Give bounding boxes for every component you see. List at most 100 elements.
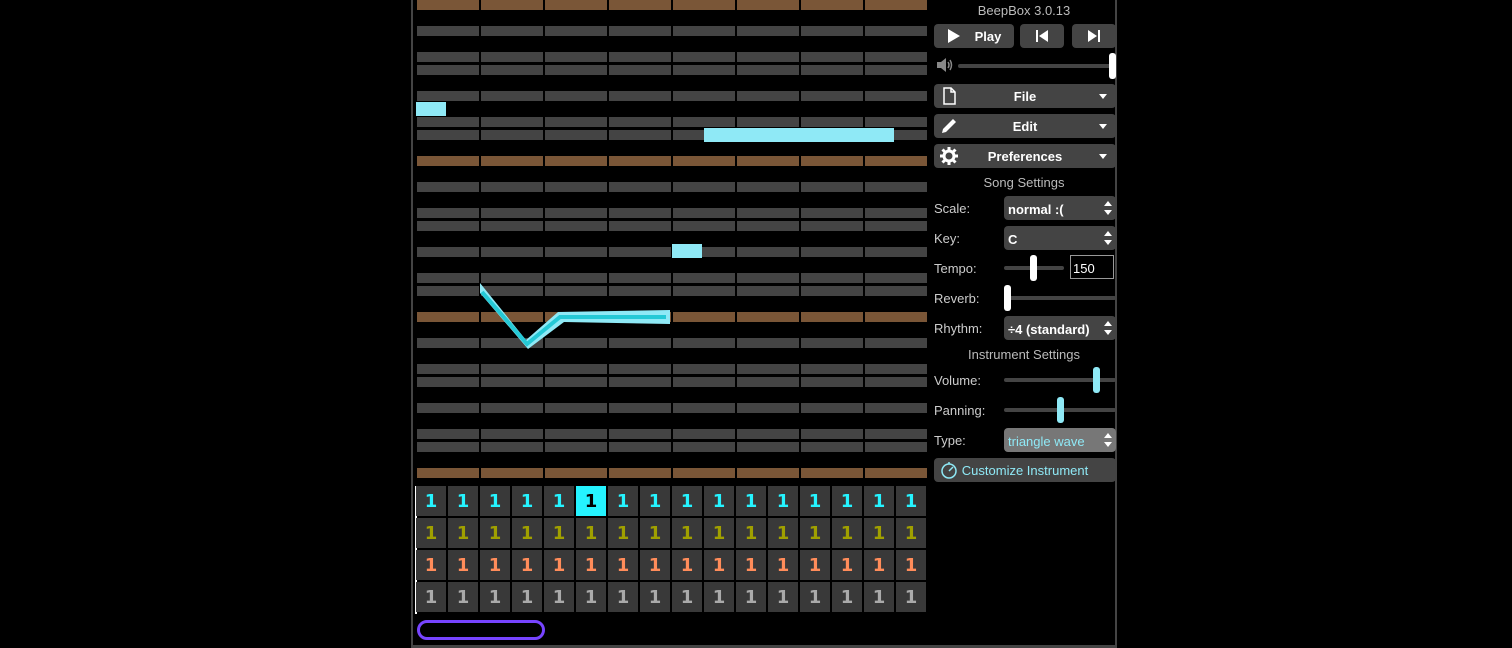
pattern-cell[interactable]: 1 — [480, 582, 510, 612]
master-volume-thumb[interactable] — [1109, 53, 1116, 79]
note[interactable] — [704, 128, 894, 142]
loop-handle[interactable] — [417, 620, 545, 640]
pattern-cell[interactable]: 1 — [672, 582, 702, 612]
pattern-cell[interactable]: 1 — [704, 518, 734, 548]
pattern-cell[interactable]: 1 — [448, 550, 478, 580]
pattern-cell[interactable]: 1 — [832, 550, 862, 580]
rhythm-select[interactable]: ÷4 (standard) — [1004, 316, 1116, 340]
note[interactable] — [672, 244, 702, 258]
play-button[interactable]: Play — [934, 24, 1014, 48]
pattern-cell[interactable]: 1 — [512, 582, 542, 612]
pattern-cell[interactable]: 1 — [608, 486, 638, 516]
panning-slider-thumb[interactable] — [1056, 397, 1064, 423]
pattern-cell[interactable]: 1 — [800, 486, 830, 516]
pattern-cell[interactable]: 1 — [704, 582, 734, 612]
pattern-cell[interactable]: 1 — [416, 486, 446, 516]
pattern-cell[interactable]: 1 — [896, 518, 926, 548]
pattern-cell[interactable]: 1 — [576, 582, 606, 612]
pattern-cell[interactable]: 1 — [832, 486, 862, 516]
pitch-bend-note[interactable] — [416, 0, 928, 484]
pattern-cell[interactable]: 1 — [480, 518, 510, 548]
pattern-cell[interactable]: 1 — [896, 486, 926, 516]
pattern-cell[interactable]: 1 — [896, 550, 926, 580]
pattern-cell[interactable]: 1 — [768, 550, 798, 580]
pattern-cell[interactable]: 1 — [736, 582, 766, 612]
instrument-volume-thumb[interactable] — [1093, 367, 1101, 393]
preferences-menu[interactable]: Preferences — [934, 144, 1116, 168]
edit-menu[interactable]: Edit — [934, 114, 1116, 138]
pattern-cell[interactable]: 1 — [704, 486, 734, 516]
pattern-cell[interactable]: 1 — [608, 582, 638, 612]
pattern-cell[interactable]: 1 — [864, 518, 894, 548]
previous-bar-button[interactable] — [1020, 24, 1064, 48]
pattern-cell[interactable]: 1 — [480, 486, 510, 516]
tempo-slider-thumb[interactable] — [1030, 255, 1037, 281]
pattern-cell[interactable]: 1 — [864, 550, 894, 580]
pattern-cell[interactable]: 1 — [800, 582, 830, 612]
instrument-type-select[interactable]: triangle wave — [1004, 428, 1116, 452]
pattern-cell[interactable]: 1 — [832, 582, 862, 612]
pattern-cell[interactable]: 1 — [448, 582, 478, 612]
pattern-grid[interactable]: 1111111111111111111111111111111111111111… — [416, 486, 928, 614]
pattern-cell[interactable]: 1 — [768, 486, 798, 516]
pattern-cell[interactable]: 1 — [608, 550, 638, 580]
instrument-settings-title: Instrument Settings — [968, 347, 1080, 362]
pattern-cell[interactable]: 1 — [576, 486, 606, 516]
preferences-menu-label: Preferences — [987, 149, 1063, 164]
pattern-cell[interactable]: 1 — [864, 582, 894, 612]
reverb-slider-thumb[interactable] — [1004, 285, 1011, 311]
pattern-cell[interactable]: 1 — [640, 582, 670, 612]
pattern-cell[interactable]: 1 — [544, 486, 574, 516]
pattern-cell[interactable]: 1 — [512, 518, 542, 548]
pattern-cell[interactable]: 1 — [736, 486, 766, 516]
pattern-cell[interactable]: 1 — [704, 550, 734, 580]
pattern-cell[interactable]: 1 — [672, 518, 702, 548]
pattern-cell[interactable]: 1 — [800, 518, 830, 548]
note[interactable] — [416, 102, 446, 116]
piano-roll-editor[interactable] — [416, 0, 928, 484]
pattern-cell[interactable]: 1 — [448, 518, 478, 548]
pattern-cell[interactable]: 1 — [672, 550, 702, 580]
pattern-cell[interactable]: 1 — [416, 518, 446, 548]
rhythm-label: Rhythm: — [934, 321, 983, 336]
pattern-cell[interactable]: 1 — [416, 582, 446, 612]
customize-instrument-button[interactable]: Customize Instrument — [934, 458, 1116, 482]
master-volume-slider[interactable] — [958, 64, 1114, 68]
pattern-cell[interactable]: 1 — [608, 518, 638, 548]
pattern-cell[interactable]: 1 — [544, 582, 574, 612]
pattern-cell[interactable]: 1 — [416, 550, 446, 580]
pattern-cell[interactable]: 1 — [544, 518, 574, 548]
customize-instrument-label: Customize Instrument — [961, 463, 1089, 478]
song-settings-title: Song Settings — [983, 175, 1065, 190]
file-menu[interactable]: File — [934, 84, 1116, 108]
tempo-input[interactable]: 150 — [1070, 255, 1114, 279]
pattern-cell[interactable]: 1 — [512, 550, 542, 580]
reverb-slider[interactable] — [1004, 296, 1116, 300]
next-bar-button[interactable] — [1072, 24, 1116, 48]
scale-value: normal :( — [1008, 202, 1064, 217]
pattern-cell[interactable]: 1 — [448, 486, 478, 516]
pattern-cell[interactable]: 1 — [480, 550, 510, 580]
key-select[interactable]: C — [1004, 226, 1116, 250]
pattern-cell[interactable]: 1 — [640, 486, 670, 516]
pattern-cell[interactable]: 1 — [736, 550, 766, 580]
speaker-icon — [937, 58, 953, 72]
pattern-cell[interactable]: 1 — [768, 518, 798, 548]
pattern-cell[interactable]: 1 — [512, 486, 542, 516]
pattern-cell[interactable]: 1 — [544, 550, 574, 580]
pattern-cell[interactable]: 1 — [864, 486, 894, 516]
pattern-cell[interactable]: 1 — [672, 486, 702, 516]
pattern-cell[interactable]: 1 — [768, 582, 798, 612]
play-label: Play — [974, 28, 1002, 44]
scale-select[interactable]: normal :( — [1004, 196, 1116, 220]
volume-label: Volume: — [934, 373, 981, 388]
pattern-cell[interactable]: 1 — [800, 550, 830, 580]
pattern-cell[interactable]: 1 — [832, 518, 862, 548]
pattern-cell[interactable]: 1 — [736, 518, 766, 548]
pattern-cell[interactable]: 1 — [640, 518, 670, 548]
pattern-cell[interactable]: 1 — [896, 582, 926, 612]
pattern-cell[interactable]: 1 — [576, 550, 606, 580]
pattern-cell[interactable]: 1 — [576, 518, 606, 548]
prev-bar-icon — [1036, 30, 1048, 42]
pattern-cell[interactable]: 1 — [640, 550, 670, 580]
